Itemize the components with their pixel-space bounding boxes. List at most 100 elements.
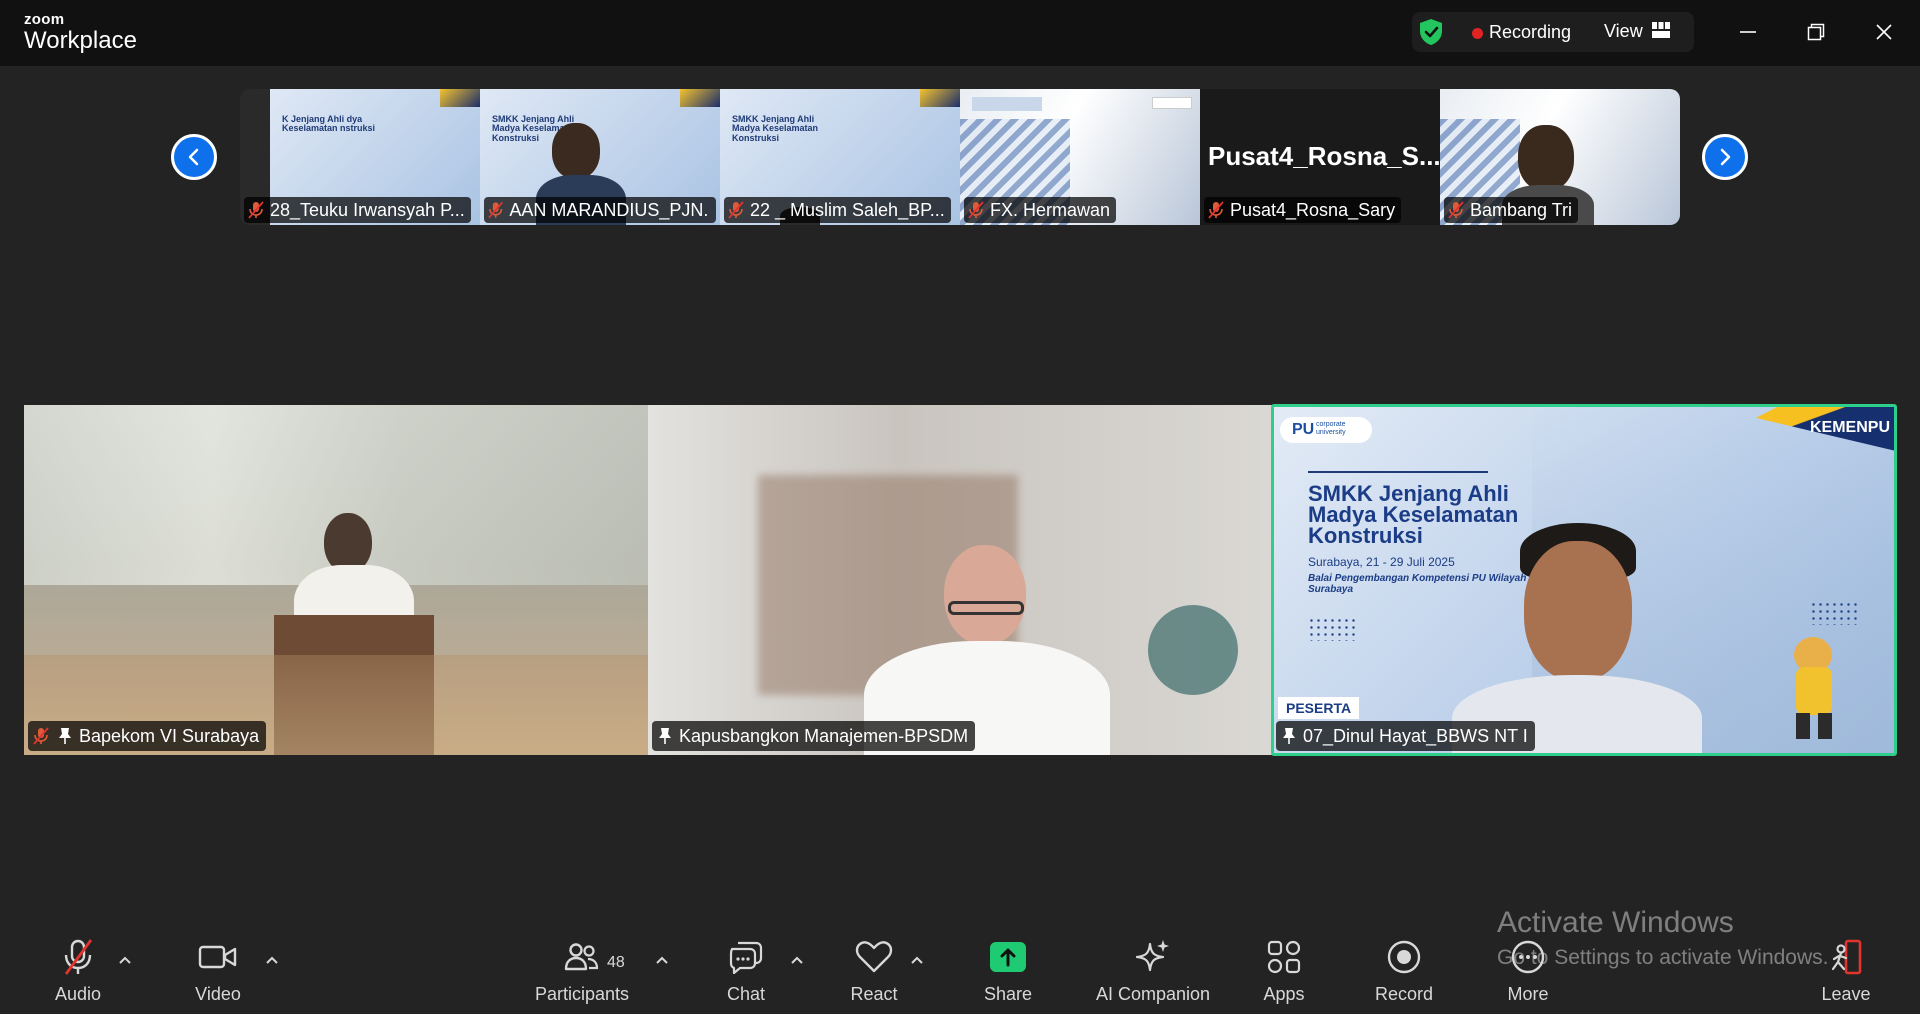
zoom-meeting-window: zoom Workplace Recording View K Jenjang …: [0, 0, 1920, 1014]
record-button[interactable]: Record: [1370, 930, 1438, 1014]
pu-logo-text: PU: [1292, 421, 1315, 438]
participant-name-tag: Bapekom VI Surabaya: [28, 721, 267, 751]
participant-name-tag: Kapusbangkon Manajemen-BPSDM: [652, 721, 976, 751]
participant-thumbnail[interactable]: Pusat4_Rosna_S... Pusat4_Rosna_Sary: [1200, 89, 1440, 225]
slide-mini-title: K Jenjang Ahli dya Keselamatan nstruksi: [282, 114, 376, 134]
video-options-caret-icon[interactable]: [264, 952, 280, 968]
view-button[interactable]: View: [1604, 21, 1643, 42]
sparkle-icon: [1135, 940, 1169, 972]
video-label: Video: [195, 984, 241, 1004]
kemenpu-logo: KEMENPU: [1809, 419, 1890, 436]
pu-logo: PU corporate university: [1280, 417, 1372, 443]
participant-name-tag: 07_Dinul Hayat_BBWS NT I: [1276, 721, 1535, 751]
mic-muted-icon: [1448, 201, 1464, 219]
participant-name-tag: 22 _ Muslim Saleh_BP...: [724, 197, 951, 223]
participant-name-tag: AAN MARANDIUS_PJN...: [484, 197, 716, 223]
participant-name-tag: Bambang Tri: [1444, 197, 1579, 223]
video-button[interactable]: Video: [184, 930, 252, 1014]
minimize-button[interactable]: [1730, 16, 1766, 48]
more-label: More: [1507, 984, 1549, 1004]
video-tile[interactable]: Kapusbangkon Manajemen-BPSDM: [648, 405, 1272, 755]
close-button[interactable]: [1866, 16, 1902, 48]
apps-button[interactable]: Apps: [1254, 930, 1314, 1014]
share-label: Share: [983, 984, 1033, 1004]
audio-options-caret-icon[interactable]: [117, 952, 133, 968]
leave-icon: [1831, 939, 1862, 975]
mic-muted-icon: [488, 201, 504, 219]
record-label: Record: [1374, 984, 1434, 1004]
participant-thumbnail[interactable]: K Jenjang Ahli dya Keselamatan nstruksi …: [240, 89, 480, 225]
mic-muted-icon: [1208, 201, 1224, 219]
restore-icon: [1807, 23, 1825, 41]
shield-check-icon[interactable]: [1418, 18, 1444, 46]
participants-count: 48: [607, 954, 625, 971]
audio-button[interactable]: Audio: [44, 930, 112, 1014]
mic-muted-icon: [33, 727, 49, 745]
heart-icon: [855, 941, 893, 973]
next-page-button[interactable]: [1702, 134, 1748, 180]
chevron-right-icon: [1720, 148, 1731, 166]
grid-view-icon[interactable]: [1652, 22, 1670, 38]
pin-icon: [659, 728, 671, 744]
brand-top: zoom: [24, 11, 65, 28]
slide-mini-title: SMKK Jenjang Ahli Madya Keselamatan Kons…: [732, 114, 819, 143]
participants-button[interactable]: Participants: [530, 930, 634, 1014]
participants-label: Participants: [534, 984, 630, 1004]
more-dots-icon: [1511, 940, 1545, 974]
participant-name: AAN MARANDIUS_PJN...: [509, 199, 710, 220]
apps-icon: [1267, 940, 1301, 974]
recording-label[interactable]: Recording: [1489, 22, 1571, 43]
participant-name: 07_Dinul Hayat_BBWS NT I: [1303, 725, 1528, 746]
leave-button[interactable]: Leave: [1816, 930, 1876, 1014]
participant-name: FX. Hermawan: [990, 199, 1111, 220]
participant-name-tag: 28_Teuku Irwansyah P...: [244, 197, 471, 223]
participant-name: Pusat4_Rosna_Sary: [1230, 199, 1396, 220]
brand-main: Workplace: [24, 27, 137, 54]
audio-label: Audio: [54, 984, 102, 1004]
ai-companion-label: AI Companion: [1095, 984, 1211, 1004]
share-button[interactable]: Share: [976, 930, 1040, 1014]
participant-name: Bapekom VI Surabaya: [79, 725, 260, 746]
slide-date: Surabaya, 21 - 29 Juli 2025: [1308, 555, 1455, 569]
participants-options-caret-icon[interactable]: [654, 952, 670, 968]
participant-name: Kapusbangkon Manajemen-BPSDM: [679, 725, 969, 746]
record-icon: [1387, 940, 1421, 974]
video-tile[interactable]: PU corporate university KEMENPU SMKK Jen…: [1272, 405, 1896, 755]
recording-dot-icon: [1472, 28, 1483, 39]
participant-name: 22 _ Muslim Saleh_BP...: [750, 199, 945, 220]
restore-button[interactable]: [1798, 16, 1834, 48]
peserta-badge: PESERTA: [1278, 697, 1360, 719]
chat-bubble-icon: [729, 941, 763, 974]
mic-muted-icon: [248, 201, 264, 219]
participant-thumbnail[interactable]: Bambang Tri: [1440, 89, 1680, 225]
ai-companion-button[interactable]: AI Companion: [1090, 930, 1216, 1014]
leave-label: Leave: [1821, 984, 1871, 1004]
pu-logo-subtext: corporate university: [1316, 421, 1346, 436]
mic-muted-icon: [968, 201, 984, 219]
apps-label: Apps: [1263, 984, 1305, 1004]
more-button[interactable]: More: [1498, 930, 1558, 1014]
react-button[interactable]: React: [842, 930, 906, 1014]
participant-thumbnail-strip: K Jenjang Ahli dya Keselamatan nstruksi …: [240, 89, 1680, 225]
react-options-caret-icon[interactable]: [909, 952, 925, 968]
react-label: React: [850, 984, 898, 1004]
chat-button[interactable]: Chat: [716, 930, 776, 1014]
video-camera-icon: [198, 945, 237, 969]
participant-thumbnail[interactable]: SMKK Jenjang Ahli Madya Keselamatan Kons…: [720, 89, 960, 225]
meeting-toolbar: Audio Video Participants 48 Chat React S…: [0, 930, 1920, 1014]
participants-icon: [564, 943, 599, 971]
chat-label: Chat: [726, 984, 766, 1004]
zoom-logo: zoom Workplace: [24, 12, 137, 53]
mic-muted-icon: [64, 939, 93, 975]
participant-thumbnail[interactable]: FX. Hermawan: [960, 89, 1200, 225]
chat-options-caret-icon[interactable]: [789, 952, 805, 968]
participant-name-tag: Pusat4_Rosna_Sary: [1204, 197, 1402, 223]
minimize-icon: [1740, 31, 1756, 33]
previous-page-button[interactable]: [171, 134, 217, 180]
participant-display-name: Pusat4_Rosna_S...: [1208, 141, 1440, 171]
participant-thumbnail[interactable]: SMKK Jenjang Ahli Madya Keselamatan Kons…: [480, 89, 720, 225]
video-tile[interactable]: Bapekom VI Surabaya: [24, 405, 648, 755]
participant-name-tag: FX. Hermawan: [964, 197, 1117, 223]
title-bar: zoom Workplace Recording View: [0, 0, 1920, 66]
chevron-left-icon: [188, 148, 199, 166]
